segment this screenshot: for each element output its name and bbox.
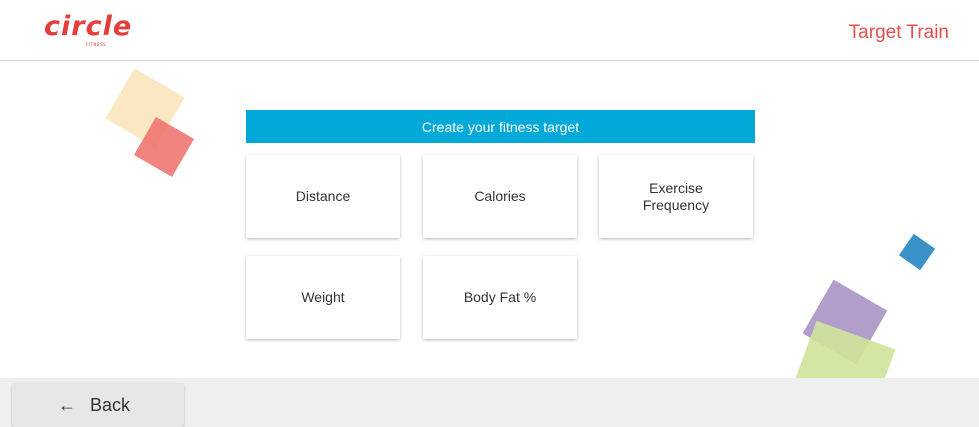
target-option-body-fat[interactable]: Body Fat %: [423, 256, 577, 339]
target-option-weight[interactable]: Weight: [246, 256, 400, 339]
decorative-squares-top-left: [105, 68, 195, 178]
target-option-exercise-frequency[interactable]: Exercise Frequency: [599, 155, 753, 238]
arrow-left-icon: ←: [58, 394, 76, 415]
back-button[interactable]: ← Back: [12, 383, 184, 427]
decorative-squares-bottom-right: [792, 233, 936, 378]
logo-subtext: FITNESS: [86, 42, 107, 47]
blue-diamond-shape: [898, 233, 936, 271]
target-option-label: Body Fat %: [463, 289, 537, 305]
app-header: circle FITNESS Target Train: [0, 0, 979, 61]
back-button-label: Back: [90, 394, 131, 415]
footer-bar: ← Back: [0, 378, 979, 427]
main-content: Create your fitness target Distance Calo…: [0, 61, 979, 378]
page-title: Target Train: [848, 22, 949, 43]
target-option-label: Weight: [301, 289, 345, 305]
target-option-label: Calories: [474, 188, 526, 204]
logo-wordmark: circle: [44, 11, 133, 42]
target-option-label: Distance: [295, 188, 351, 204]
target-option-label: Exercise Frequency: [642, 179, 710, 213]
target-option-calories[interactable]: Calories: [423, 155, 577, 238]
circle-fitness-logo: circle FITNESS: [44, 12, 204, 52]
target-option-distance[interactable]: Distance: [246, 155, 400, 238]
create-target-banner: Create your fitness target: [246, 110, 755, 143]
